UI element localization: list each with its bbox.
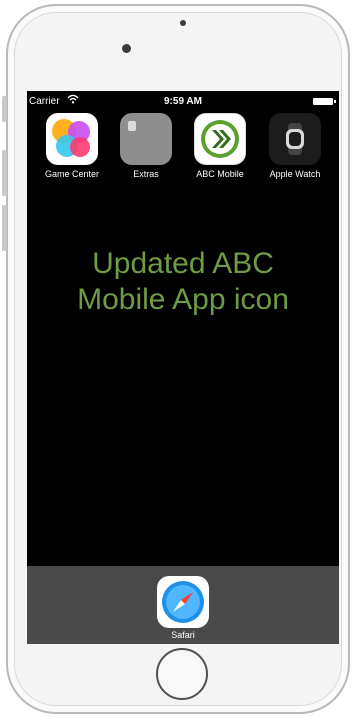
extras-folder-icon — [120, 113, 172, 165]
app-abc-mobile[interactable]: ABC Mobile — [183, 113, 257, 179]
abc-mobile-icon — [194, 113, 246, 165]
safari-icon — [157, 576, 209, 628]
status-time: 9:59 AM — [164, 96, 202, 107]
app-extras[interactable]: Extras — [109, 113, 183, 179]
volume-up-button — [2, 150, 7, 196]
app-label: Game Center — [44, 169, 100, 179]
dock: Safari — [27, 566, 339, 644]
app-game-center[interactable]: Game Center — [35, 113, 109, 179]
battery-icon — [313, 98, 336, 105]
game-center-icon — [46, 113, 98, 165]
app-apple-watch[interactable]: Apple Watch — [258, 113, 332, 179]
app-label: Extras — [133, 169, 159, 179]
apple-watch-icon — [269, 113, 321, 165]
mute-switch — [2, 96, 7, 122]
app-label: Apple Watch — [269, 169, 321, 179]
app-label: ABC Mobile — [196, 169, 244, 179]
volume-down-button — [2, 205, 7, 251]
app-safari[interactable]: Safari — [155, 576, 211, 640]
home-button[interactable] — [156, 648, 208, 700]
home-screen: Carrier 9:59 AM Game Center Extras ABC M… — [27, 91, 339, 644]
app-label: Safari — [171, 630, 195, 640]
front-camera — [122, 44, 131, 53]
proximity-sensor — [180, 20, 186, 26]
app-grid: Game Center Extras ABC Mobile Apple Watc… — [27, 113, 339, 183]
status-bar: Carrier 9:59 AM — [27, 91, 339, 111]
overlay-message: Updated ABC Mobile App icon — [77, 247, 289, 316]
